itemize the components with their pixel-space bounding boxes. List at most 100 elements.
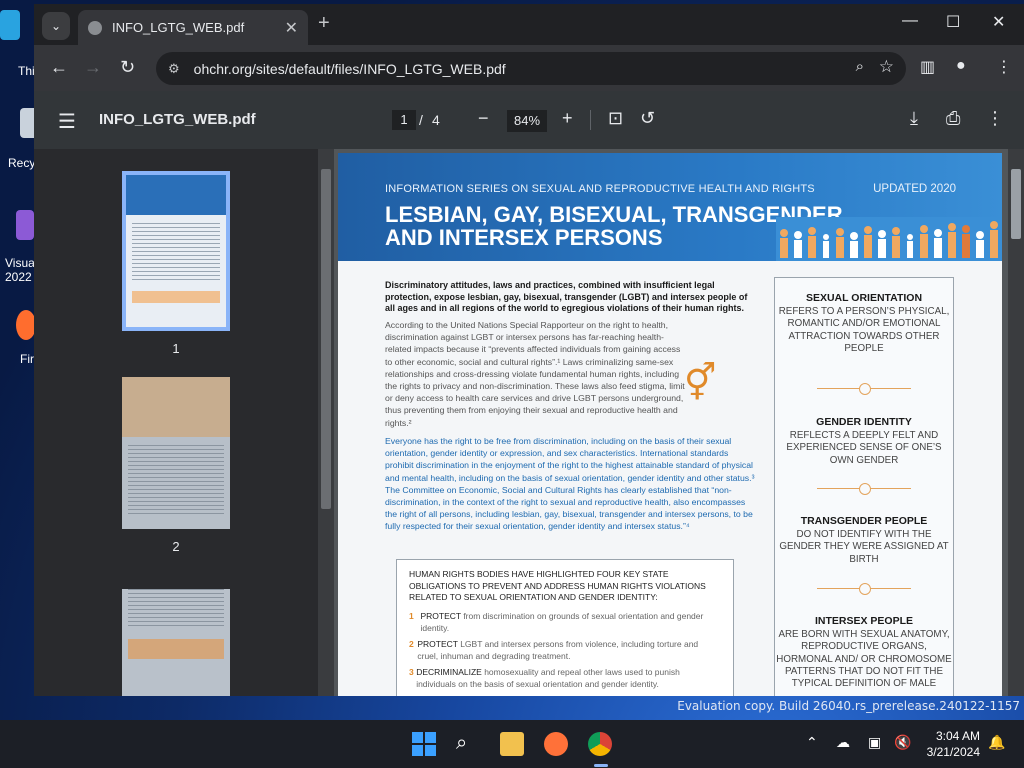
obligation-number: 1 (409, 610, 414, 621)
hamburger-menu-icon[interactable]: ☰ (58, 109, 76, 134)
page-total: 4 (432, 112, 440, 128)
profile-icon[interactable]: ● (956, 57, 966, 75)
windows-logo-icon (412, 732, 436, 756)
thumbnail-image (122, 589, 230, 696)
close-button[interactable]: ✕ (992, 12, 1005, 32)
obligation-item: 3 DECRIMINALIZE homosexuality and repeal… (409, 666, 721, 690)
tab-active[interactable]: INFO_LGTG_WEB.pdf ✕ (78, 10, 308, 45)
desktop-icon-firefox[interactable]: Fir (0, 310, 36, 366)
definition-transgender-people: TRANSGENDER PEOPLE DO NOT IDENTIFY WITH … (775, 515, 953, 566)
url-text: ohchr.org/sites/default/files/INFO_LGTG_… (193, 60, 506, 77)
definitions-panel: SEXUAL ORIENTATION REFERS TO A PERSON’S … (774, 277, 954, 696)
people-illustration (776, 217, 1002, 261)
pdf-toolbar: ☰ INFO_LGTG_WEB.pdf 1 / 4 − 84% + ⊡ ↺ ⤓ … (34, 91, 1024, 149)
definition-text: DO NOT IDENTIFY WITH THE GENDER THEY WER… (779, 529, 949, 565)
side-panel-icon[interactable]: ▥ (920, 57, 935, 77)
obligation-number: 3 (409, 666, 414, 677)
file-explorer-icon[interactable] (500, 732, 524, 756)
browser-menu-icon[interactable]: ⋮ (996, 57, 1012, 77)
reload-button[interactable]: ↻ (120, 57, 135, 78)
zoom-in-icon[interactable]: + (562, 108, 573, 129)
rotate-icon[interactable]: ↺ (640, 108, 655, 129)
tab-search-button[interactable]: ⌄ (42, 12, 70, 40)
document-scrollbar[interactable] (1008, 149, 1024, 696)
desktop-icon-label: Fir (20, 352, 34, 366)
fit-page-icon[interactable]: ⊡ (608, 108, 623, 129)
gender-symbols-icon: ⚥ (684, 362, 717, 403)
definition-intersex-people: INTERSEX PEOPLE ARE BORN WITH SEXUAL ANA… (775, 615, 953, 690)
browser-toolbar: ← → ↻ ⚙ ohchr.org/sites/default/files/IN… (34, 45, 1024, 91)
thumbnail-page-2[interactable]: 2 (122, 377, 230, 554)
toolbar-divider (590, 110, 591, 130)
definition-divider (817, 383, 911, 395)
download-icon[interactable]: ⤓ (910, 108, 918, 129)
network-icon[interactable]: ▣ (868, 734, 881, 751)
series-label: INFORMATION SERIES ON SEXUAL AND REPRODU… (385, 183, 815, 195)
obligation-text: from discrimination on grounds of sexual… (420, 610, 704, 633)
maximize-button[interactable]: ☐ (946, 12, 960, 32)
chrome-taskbar-icon[interactable] (588, 732, 612, 756)
thumbnail-page-3[interactable] (122, 579, 230, 696)
taskbar: ⌕ ⌃ ☁ ▣ 🔇 3:04 AM 3/21/2024 🔔 (0, 720, 1024, 768)
desktop-icon-this-pc[interactable]: Thi (0, 10, 36, 78)
forward-button[interactable]: → (84, 57, 102, 78)
definition-heading: TRANSGENDER PEOPLE (800, 515, 928, 527)
pdf-filename: INFO_LGTG_WEB.pdf (99, 111, 256, 128)
obligation-text: LGBT and intersex persons from violence,… (417, 638, 699, 661)
visual-studio-icon (16, 210, 34, 240)
body-paragraph-2: Everyone has the right to be free from d… (385, 436, 755, 532)
browser-window: ⌄ INFO_LGTG_WEB.pdf ✕ + — ☐ ✕ ← → ↻ ⚙ oh… (34, 4, 1024, 696)
definition-gender-identity: GENDER IDENTITY REFLECTS A DEEPLY FELT A… (775, 416, 953, 467)
globe-icon (88, 20, 102, 35)
scrollbar-thumb[interactable] (1011, 169, 1021, 239)
desktop-icon-label: Recy (8, 156, 36, 170)
thumbnail-image (122, 377, 230, 529)
zoom-out-icon[interactable]: − (478, 108, 489, 129)
tab-strip: ⌄ INFO_LGTG_WEB.pdf ✕ + — ☐ ✕ (34, 4, 1024, 45)
bookmark-star-icon[interactable]: ☆ (879, 57, 894, 77)
updated-label: UPDATED 2020 (873, 183, 956, 195)
tab-close-icon[interactable]: ✕ (285, 18, 298, 38)
definition-heading: SEXUAL ORIENTATION (805, 292, 923, 304)
obligation-key: PROTECT (417, 638, 458, 649)
zoom-icon[interactable]: ⌕ (856, 58, 864, 75)
firefox-icon (16, 310, 36, 340)
thumbnail-page-1[interactable]: 1 (122, 171, 230, 356)
desktop-icon-recycle-bin[interactable]: Recy (0, 108, 38, 170)
evaluation-watermark: Evaluation copy. Build 26040.rs_prerelea… (677, 699, 1020, 713)
cloud-offline-icon[interactable]: ☁ (836, 734, 850, 751)
clock-date: 3/21/2024 (926, 745, 980, 759)
definition-divider (817, 583, 911, 595)
sidebar-scrollbar[interactable] (318, 149, 334, 696)
notification-bell-icon[interactable]: 🔔 (988, 734, 1005, 751)
zoom-level-input[interactable]: 84% (507, 110, 547, 132)
search-icon[interactable]: ⌕ (456, 732, 480, 756)
obligation-key: DECRIMINALIZE (416, 666, 482, 677)
site-info-icon[interactable]: ⚙ (168, 61, 180, 77)
volume-muted-icon[interactable]: 🔇 (894, 734, 911, 751)
obligation-key: PROTECT (420, 610, 461, 621)
definition-text: REFLECTS A DEEPLY FELT AND EXPERIENCED S… (786, 430, 942, 466)
page-number-input[interactable]: 1 (392, 110, 416, 130)
definition-text: REFERS TO A PERSON’S PHYSICAL, ROMANTIC … (778, 306, 950, 354)
minimize-button[interactable]: — (902, 12, 918, 30)
address-bar[interactable]: ⚙ ohchr.org/sites/default/files/INFO_LGT… (156, 52, 906, 85)
pdf-page-1: INFORMATION SERIES ON SEXUAL AND REPRODU… (338, 153, 1002, 696)
obligations-box: HUMAN RIGHTS BODIES HAVE HIGHLIGHTED FOU… (396, 559, 734, 696)
body-paragraph-1: According to the United Nations Special … (385, 320, 685, 428)
desktop-icon-label: Thi (18, 64, 35, 78)
definition-heading: GENDER IDENTITY (816, 416, 912, 428)
back-button[interactable]: ← (50, 57, 68, 78)
clock[interactable]: 3:04 AM 3/21/2024 (927, 728, 980, 760)
more-options-icon[interactable]: ⋮ (986, 108, 1004, 129)
new-tab-button[interactable]: + (318, 12, 330, 35)
chevron-down-icon: ⌄ (50, 19, 62, 33)
start-button[interactable] (412, 732, 436, 756)
intro-paragraph: Discriminatory attitudes, laws and pract… (385, 280, 748, 313)
definition-divider (817, 483, 911, 495)
desktop-icon-visual-studio[interactable]: Visual 2022 I (0, 210, 38, 284)
print-icon[interactable]: ⎙ (946, 108, 960, 129)
pdf-document-view: INFORMATION SERIES ON SEXUAL AND REPRODU… (318, 149, 1024, 696)
tray-overflow-chevron-icon[interactable]: ⌃ (806, 734, 818, 751)
firefox-taskbar-icon[interactable] (544, 732, 568, 756)
